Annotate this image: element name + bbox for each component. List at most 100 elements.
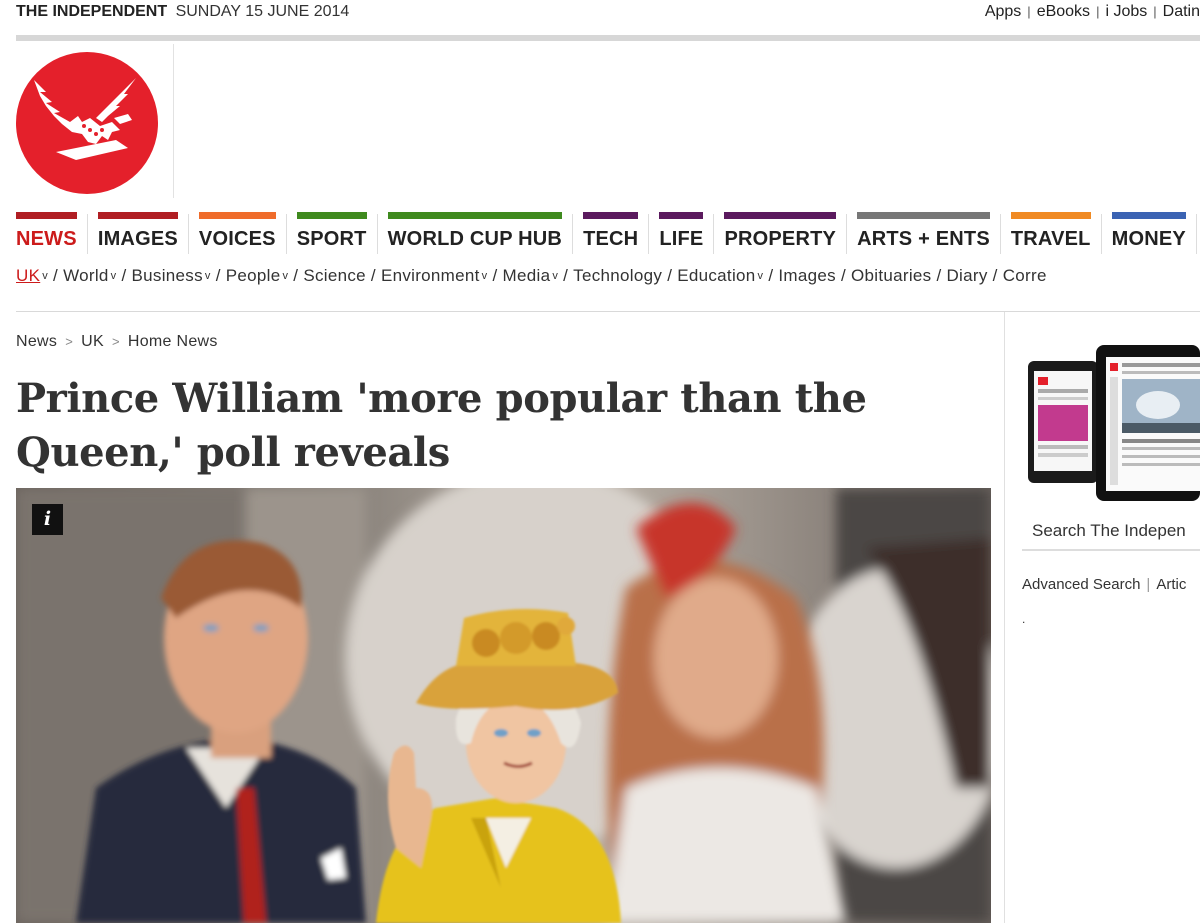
nav-color-bar xyxy=(724,212,837,219)
divider xyxy=(846,214,848,254)
chevron-down-icon[interactable]: v xyxy=(552,270,558,282)
nav-property[interactable]: PROPERTY xyxy=(724,212,837,256)
subnav-environment[interactable]: Environment xyxy=(381,266,480,285)
chevron-down-icon[interactable]: v xyxy=(482,270,488,282)
breadcrumb-news[interactable]: News xyxy=(16,333,57,350)
chevron-down-icon[interactable]: v xyxy=(205,270,211,282)
divider: / xyxy=(667,266,673,285)
divider xyxy=(285,214,287,254)
breadcrumb-home-news[interactable]: Home News xyxy=(128,333,218,350)
nav-color-bar xyxy=(296,212,367,219)
nav-life[interactable]: LIFE xyxy=(659,212,704,256)
nav-label: SPORT xyxy=(296,228,367,250)
top-links: Apps | eBooks | i Jobs | Datin xyxy=(985,0,1200,24)
nav-label: ARTS + ENTS xyxy=(857,228,990,250)
subnav-people[interactable]: People xyxy=(226,266,281,285)
subnav-education[interactable]: Education xyxy=(677,266,755,285)
digital-edition-promo[interactable] xyxy=(1026,343,1200,503)
breadcrumb-separator: > xyxy=(65,334,74,349)
divider: / xyxy=(840,266,846,285)
nav-color-bar xyxy=(16,212,77,219)
divider: / xyxy=(215,266,221,285)
nav-color-bar xyxy=(97,212,178,219)
divider: / xyxy=(563,266,569,285)
divider xyxy=(16,311,1200,312)
divider xyxy=(648,214,650,254)
search-input[interactable]: Search The Indepen xyxy=(1022,517,1200,551)
nav-label: PROPERTY xyxy=(724,228,837,250)
nav-money[interactable]: MONEY xyxy=(1111,212,1186,256)
breadcrumb-separator: > xyxy=(111,334,120,349)
breadcrumb: News > UK > Home News xyxy=(16,333,218,351)
advanced-search-link[interactable]: Advanced Search xyxy=(1022,576,1140,593)
masthead-date: SUNDAY 15 JUNE 2014 xyxy=(175,3,350,20)
nav-voices[interactable]: VOICES xyxy=(198,212,276,256)
subnav-media[interactable]: Media xyxy=(503,266,551,285)
nav-arts-ents[interactable]: ARTS + ENTS xyxy=(857,212,990,256)
divider xyxy=(173,44,174,198)
articles-link[interactable]: Artic xyxy=(1156,576,1186,593)
divider: / xyxy=(768,266,774,285)
divider: / xyxy=(53,266,59,285)
subnav-world[interactable]: World xyxy=(63,266,109,285)
royal-figurines-photo xyxy=(16,488,991,923)
divider xyxy=(187,214,189,254)
nav-label: NEWS xyxy=(16,228,77,250)
nav-color-bar xyxy=(1111,212,1186,219)
image-info-button[interactable]: i xyxy=(32,504,63,535)
chevron-down-icon[interactable]: v xyxy=(42,270,48,282)
nav-color-bar xyxy=(387,212,563,219)
nav-color-bar xyxy=(1010,212,1091,219)
nav-sport[interactable]: SPORT xyxy=(296,212,367,256)
tablet-edition-image xyxy=(1028,345,1200,501)
article-headline: Prince William 'more popular than the Qu… xyxy=(16,375,867,476)
divider xyxy=(1004,312,1005,923)
divider xyxy=(1100,214,1102,254)
nav-label: TRAVEL xyxy=(1010,228,1091,250)
chevron-down-icon[interactable]: v xyxy=(758,270,764,282)
nav-label: MONEY xyxy=(1111,228,1186,250)
sidebar-dot: . xyxy=(1022,612,1026,626)
nav-world-cup-hub[interactable]: WORLD CUP HUB xyxy=(387,212,563,256)
subnav-technology[interactable]: Technology xyxy=(573,266,662,285)
subnav-images[interactable]: Images xyxy=(778,266,836,285)
nav-tech[interactable]: TECH xyxy=(583,212,639,256)
top-bar: THE INDEPENDENT SUNDAY 15 JUNE 2014 Apps… xyxy=(16,0,1200,24)
top-link-dating[interactable]: Datin xyxy=(1163,3,1200,20)
divider: / xyxy=(936,266,942,285)
subnav-science[interactable]: Science xyxy=(303,266,366,285)
divider: / xyxy=(121,266,127,285)
masthead-name: THE INDEPENDENT xyxy=(16,3,168,20)
divider: / xyxy=(492,266,498,285)
divider: | xyxy=(1146,576,1151,593)
independent-logo[interactable] xyxy=(16,52,158,194)
breadcrumb-uk[interactable]: UK xyxy=(81,333,104,350)
top-link-ijobs[interactable]: i Jobs xyxy=(1105,3,1147,20)
subnav-diary[interactable]: Diary xyxy=(946,266,987,285)
chevron-down-icon[interactable]: v xyxy=(282,270,288,282)
divider xyxy=(86,214,88,254)
article-lead-image: i xyxy=(16,488,991,923)
top-link-apps[interactable]: Apps xyxy=(985,3,1021,20)
subnav-business[interactable]: Business xyxy=(132,266,203,285)
divider xyxy=(376,214,378,254)
divider: / xyxy=(370,266,376,285)
chevron-down-icon[interactable]: v xyxy=(111,270,117,282)
subnav-obituaries[interactable]: Obituaries xyxy=(851,266,931,285)
divider: | xyxy=(1096,4,1100,19)
header-rule xyxy=(16,35,1200,41)
top-link-ebooks[interactable]: eBooks xyxy=(1037,3,1090,20)
nav-color-bar xyxy=(659,212,704,219)
nav-travel[interactable]: TRAVEL xyxy=(1010,212,1091,256)
search-options: Advanced Search | Artic xyxy=(1022,576,1200,593)
divider xyxy=(713,214,715,254)
subnav-uk[interactable]: UK xyxy=(16,266,40,285)
nav-label: IMAGES xyxy=(97,228,178,250)
nav-label: LIFE xyxy=(659,228,704,250)
nav-label: VOICES xyxy=(198,228,276,250)
nav-news[interactable]: NEWS xyxy=(16,212,77,256)
subnav-corrections[interactable]: Corre xyxy=(1003,266,1047,285)
nav-color-bar xyxy=(198,212,276,219)
nav-images[interactable]: IMAGES xyxy=(97,212,178,256)
eagle-logo-icon xyxy=(16,52,158,194)
